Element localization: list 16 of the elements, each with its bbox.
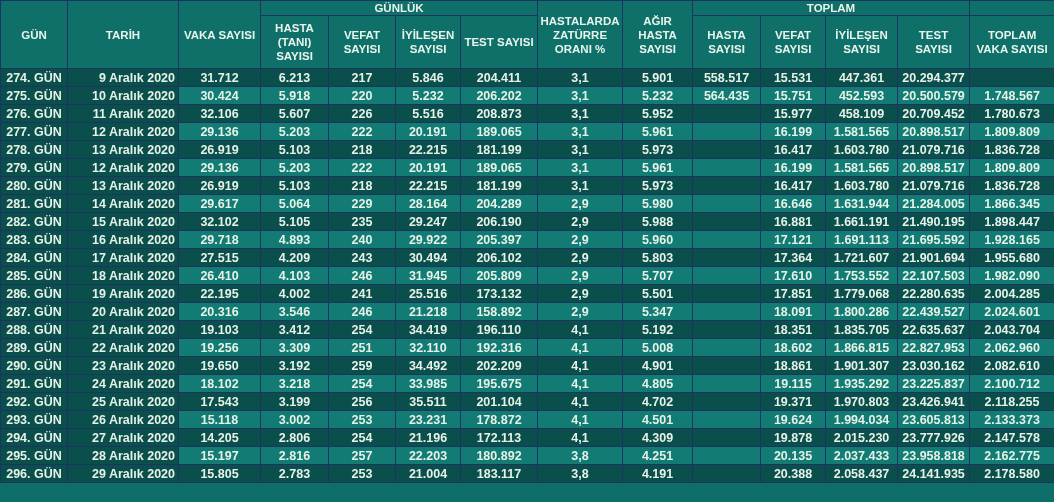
column-header: TEST SAYISI (897, 15, 970, 69)
column-header: VEFAT SAYISI (760, 15, 826, 69)
column-header: HASTA SAYISI (692, 15, 761, 69)
column-header: İYİLEŞEN SAYISI (395, 15, 461, 69)
column-header: TOPLAM VAKA SAYISI (969, 15, 1054, 69)
column-header: GÜN (0, 0, 68, 69)
column-header: TEST SAYISI (460, 15, 538, 69)
column-header: VEFAT SAYISI (328, 15, 396, 69)
column-header: HASTALARDA ZATÜRRE ORANI % (537, 0, 623, 69)
column-header: İYİLEŞEN SAYISI (825, 15, 898, 69)
column-header: AĞIR HASTA SAYISI (622, 0, 693, 69)
column-header: VAKA SAYISI (178, 0, 261, 69)
column-header: TARİH (67, 0, 179, 69)
column-header: HASTA (TANI) SAYISI (260, 15, 329, 69)
column-group-header: TOPLAM (692, 0, 970, 16)
column-group-header: GÜNLÜK (260, 0, 538, 16)
